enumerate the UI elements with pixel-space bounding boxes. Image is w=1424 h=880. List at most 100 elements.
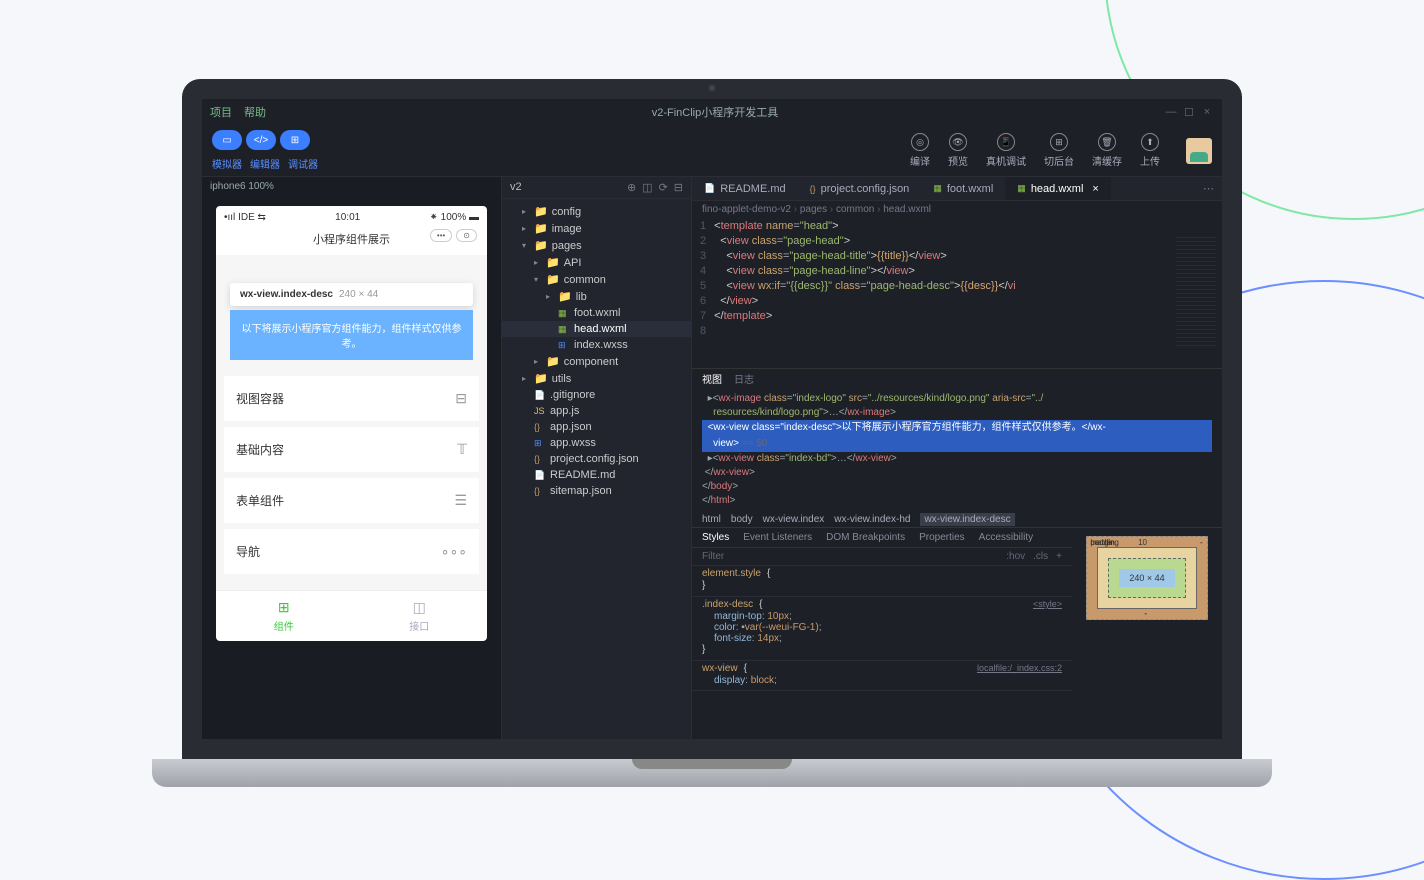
tree-item-sitemap-json[interactable]: {}sitemap.json [502,483,691,499]
folder-icon: 📁 [534,239,548,252]
project-root[interactable]: v2 [510,181,522,194]
text-icon: 𝕋 [457,441,467,458]
dom-crumb-segment[interactable]: wx-view.index [763,514,825,525]
dom-crumb-segment[interactable]: html [702,514,721,525]
tree-item-app-js[interactable]: JSapp.js [502,403,691,419]
tree-item-image[interactable]: ▸📁image [502,220,691,237]
breadcrumb-segment[interactable]: common [836,204,883,215]
editor-tab-foot-wxml[interactable]: ▦foot.wxml [921,177,1005,200]
preview-button[interactable]: 👁预览 [948,133,968,168]
editor-tabs: 📄README.md{}project.config.json▦foot.wxm… [692,177,1222,201]
sim-tab-components[interactable]: ⊞组件 [216,591,352,641]
styles-tab-properties[interactable]: Properties [919,532,965,543]
tree-item-pages[interactable]: ▾📁pages [502,237,691,254]
titlebar: 项目 帮助 v2-FinClip小程序开发工具 — ☐ × [202,99,1222,125]
close-button[interactable]: × [1200,106,1214,119]
file-icon: ▦ [558,308,570,319]
debugger-pill[interactable]: ⊞ [280,130,310,150]
sim-menu-button[interactable]: ••• [430,229,452,242]
clear-cache-button[interactable]: 🗑清缓存 [1092,133,1122,168]
tree-item-project-config-json[interactable]: {}project.config.json [502,451,691,467]
folder-icon: 📁 [546,273,560,286]
add-rule-button[interactable]: + [1056,551,1062,562]
breadcrumb: fino-applet-demo-v2pagescommonhead.wxml [692,201,1222,218]
dom-crumb-segment[interactable]: wx-view.index-desc [920,513,1014,526]
tabs-overflow-button[interactable]: ⋯ [1195,177,1222,200]
editor-tab-README-md[interactable]: 📄README.md [692,177,798,200]
tree-item-common[interactable]: ▾📁common [502,271,691,288]
tree-item-README-md[interactable]: 📄README.md [502,467,691,483]
sim-label: 模拟器 [212,156,242,171]
form-icon: ☰ [454,492,467,509]
list-item[interactable]: 表单组件☰ [224,478,479,523]
editor-tab-project-config-json[interactable]: {}project.config.json [798,177,922,200]
dom-crumb-segment[interactable]: body [731,514,753,525]
file-icon: {} [534,422,546,432]
editor-panel: 📄README.md{}project.config.json▦foot.wxm… [692,177,1222,739]
sim-close-button[interactable]: ⊙ [456,229,477,242]
minimap[interactable] [1176,237,1216,347]
dom-crumb-segment[interactable]: wx-view.index-hd [834,514,910,525]
breadcrumb-segment[interactable]: head.wxml [883,204,931,215]
tree-item-config[interactable]: ▸📁config [502,203,691,220]
tree-item-app-json[interactable]: {}app.json [502,419,691,435]
tree-item-foot-wxml[interactable]: ▦foot.wxml [502,305,691,321]
tree-item-utils[interactable]: ▸📁utils [502,370,691,387]
styles-tab-dom-breakpoints[interactable]: DOM Breakpoints [826,532,905,543]
file-icon: ⊞ [558,340,570,351]
list-item[interactable]: 导航∘∘∘ [224,529,479,574]
devtools-tab-view[interactable]: 视图 [702,371,722,386]
tree-item-component[interactable]: ▸📁component [502,353,691,370]
new-folder-icon[interactable]: ◫ [642,181,652,194]
window-title: v2-FinClip小程序开发工具 [652,104,779,120]
debug-label: 调试器 [288,156,318,171]
styles-tab-styles[interactable]: Styles [702,532,729,543]
tree-item-index-wxss[interactable]: ⊞index.wxss [502,337,691,353]
editor-tab-head-wxml[interactable]: ▦head.wxml× [1005,177,1111,200]
inspected-element[interactable]: 以下将展示小程序官方组件能力，组件样式仅供参考。 [230,310,473,360]
folder-icon: 📁 [558,290,572,303]
breadcrumb-segment[interactable]: fino-applet-demo-v2 [702,204,800,215]
folder-icon: 📁 [534,372,548,385]
styles-tab-accessibility[interactable]: Accessibility [979,532,1033,543]
menu-help[interactable]: 帮助 [244,104,266,120]
upload-button[interactable]: ⬆上传 [1140,133,1160,168]
file-icon: ⊞ [534,438,546,449]
sim-title: 小程序组件展示 ••• ⊙ [216,229,487,255]
avatar[interactable] [1186,138,1212,164]
breadcrumb-segment[interactable]: pages [800,204,836,215]
compile-button[interactable]: ◎编译 [910,133,930,168]
code-editor[interactable]: 12345678 <template name="head"> <view cl… [692,218,1222,368]
refresh-icon[interactable]: ⟳ [659,181,668,194]
editor-pill[interactable]: </> [246,130,276,150]
list-item[interactable]: 视图容器⊟ [224,376,479,421]
tree-item-head-wxml[interactable]: ▦head.wxml [502,321,691,337]
list-item[interactable]: 基础内容𝕋 [224,427,479,472]
remote-debug-button[interactable]: 📱真机调试 [986,133,1026,168]
nav-icon: ∘∘∘ [441,543,467,560]
dom-panel[interactable]: ▸<wx-image class="index-logo" src="../re… [692,388,1222,512]
close-tab-icon[interactable]: × [1092,183,1098,195]
tree-item-API[interactable]: ▸📁API [502,254,691,271]
collapse-icon[interactable]: ⊟ [674,181,683,194]
devtools-tab-log[interactable]: 日志 [734,371,754,386]
simulator-pill[interactable]: ▭ [212,130,242,150]
file-type-icon: 📄 [704,183,715,194]
maximize-button[interactable]: ☐ [1182,106,1196,119]
view-container-icon: ⊟ [455,390,467,407]
cls-toggle[interactable]: .cls [1033,551,1048,562]
file-type-icon: ▦ [933,183,942,194]
minimize-button[interactable]: — [1164,106,1178,119]
styles-tab-event-listeners[interactable]: Event Listeners [743,532,812,543]
file-icon: {} [534,454,546,464]
tree-item-lib[interactable]: ▸📁lib [502,288,691,305]
background-button[interactable]: ⊞切后台 [1044,133,1074,168]
simulator-panel: iphone6 100% •ııl IDE ⇆ 10:01 ⁕ 100% ▬ 小… [202,177,502,739]
hov-toggle[interactable]: :hov [1006,551,1025,562]
styles-filter[interactable]: Filter [702,551,724,562]
menu-project[interactable]: 项目 [210,104,232,120]
new-file-icon[interactable]: ⊕ [627,181,636,194]
tree-item-app-wxss[interactable]: ⊞app.wxss [502,435,691,451]
tree-item--gitignore[interactable]: 📄.gitignore [502,387,691,403]
sim-tab-api[interactable]: ◫接口 [352,591,488,641]
